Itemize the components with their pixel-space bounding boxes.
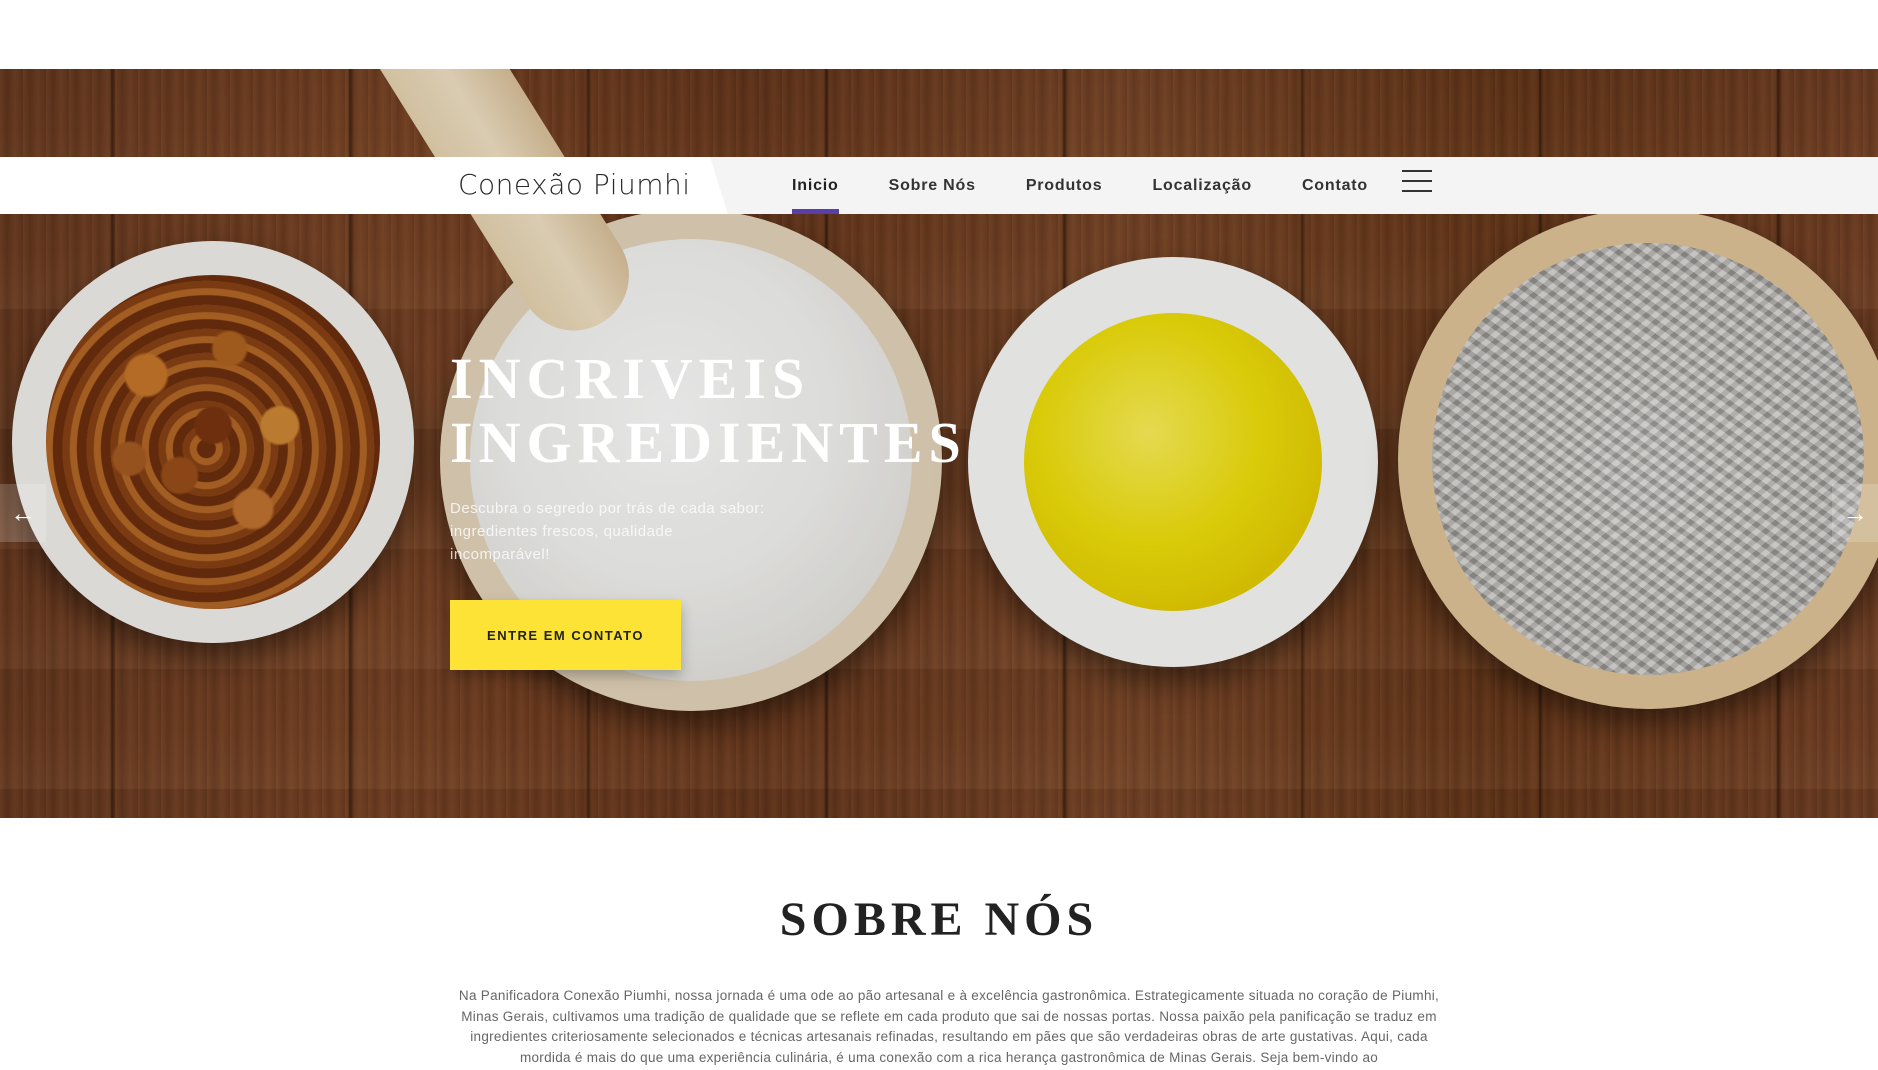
about-text: Na Panificadora Conexão Piumhi, nossa jo…	[458, 988, 1440, 1065]
arrow-right-icon: →	[1842, 497, 1868, 528]
contact-cta-button[interactable]: ENTRE EM CONTATO	[450, 600, 681, 670]
hero-content: Incriveis Ingredientes Descubra o segred…	[450, 347, 970, 670]
hero-subtitle: Descubra o segredo por trás de cada sabo…	[450, 500, 765, 563]
nav-item-sobre-nos[interactable]: Sobre Nós	[889, 157, 976, 214]
hero-title: Incriveis Ingredientes	[450, 346, 967, 475]
nav-item-localizacao[interactable]: Localização	[1152, 157, 1252, 214]
slider-next-button[interactable]: →	[1832, 484, 1878, 542]
hamburger-line	[1402, 170, 1432, 172]
hamburger-line	[1402, 180, 1432, 182]
nav-item-produtos[interactable]: Produtos	[1026, 157, 1103, 214]
nav-item-contato[interactable]: Contato	[1302, 157, 1368, 214]
hamburger-line	[1402, 190, 1432, 192]
slider-prev-button[interactable]: ←	[0, 484, 46, 542]
nav-menu: Inicio Sobre Nós Produtos Localização Co…	[792, 157, 1418, 214]
about-section: SOBRE NÓS Na Panificadora Conexão Piumhi…	[0, 818, 1878, 1070]
about-title: SOBRE NÓS	[779, 893, 1099, 946]
hamburger-menu-icon[interactable]	[1402, 170, 1432, 192]
nav-item-inicio[interactable]: Inicio	[792, 157, 839, 214]
brand-logo[interactable]: Conexão Piumhi	[458, 168, 691, 201]
top-whitespace	[0, 0, 1878, 69]
arrow-left-icon: ←	[10, 497, 36, 528]
